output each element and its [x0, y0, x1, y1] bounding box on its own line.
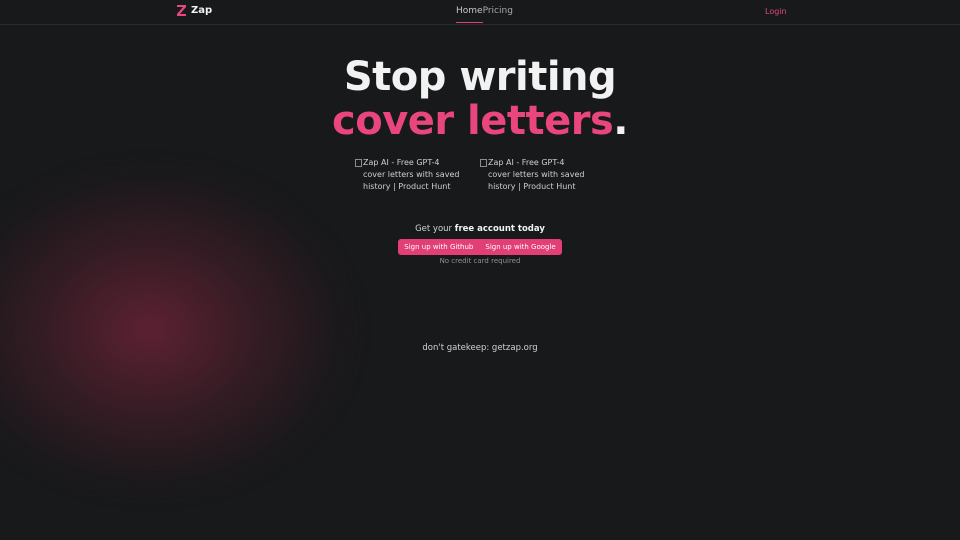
hero-dot: .: [613, 98, 628, 144]
zap-logo-icon: [177, 5, 186, 16]
cta-text: Get your free account today: [0, 224, 960, 234]
badge-alt-text: Zap AI - Free GPT-4 cover letters with s…: [488, 158, 585, 191]
signup-buttons: Sign up with Github Sign up with Google: [398, 239, 562, 255]
brand-name: Zap: [191, 5, 213, 16]
broken-image-icon: [355, 159, 362, 167]
hero-line-2: cover letters.: [0, 99, 960, 143]
top-navbar: Zap Home Pricing Login: [0, 0, 960, 25]
badge-alt-text: Zap AI - Free GPT-4 cover letters with s…: [363, 158, 460, 191]
nav-pricing-link[interactable]: Pricing: [483, 6, 513, 16]
main-nav: Home Pricing: [456, 6, 513, 23]
signup-google-button[interactable]: Sign up with Google: [479, 239, 561, 255]
product-hunt-badge[interactable]: Zap AI - Free GPT-4 cover letters with s…: [355, 157, 463, 193]
broken-image-icon: [480, 159, 487, 167]
background-glow: [0, 160, 360, 500]
hero-heading: Stop writing cover letters.: [0, 55, 960, 143]
login-link[interactable]: Login: [765, 7, 787, 16]
logo[interactable]: Zap: [177, 5, 212, 16]
nav-home-link[interactable]: Home: [456, 6, 483, 23]
cta-prefix: Get your: [415, 224, 455, 234]
signup-cta: Get your free account today Sign up with…: [0, 224, 960, 265]
hero-line-1: Stop writing: [343, 54, 617, 100]
page: Zap Home Pricing Login Stop writing cove…: [0, 0, 960, 540]
cta-bold: free account today: [454, 224, 545, 234]
product-hunt-badges: Zap AI - Free GPT-4 cover letters with s…: [355, 157, 588, 193]
footer-text: don't gatekeep: getzap.org: [422, 343, 538, 353]
signup-github-button[interactable]: Sign up with Github: [398, 239, 479, 255]
hero-highlight: cover letters: [332, 98, 614, 144]
product-hunt-badge[interactable]: Zap AI - Free GPT-4 cover letters with s…: [480, 157, 588, 193]
no-credit-card-note: No credit card required: [439, 257, 521, 265]
